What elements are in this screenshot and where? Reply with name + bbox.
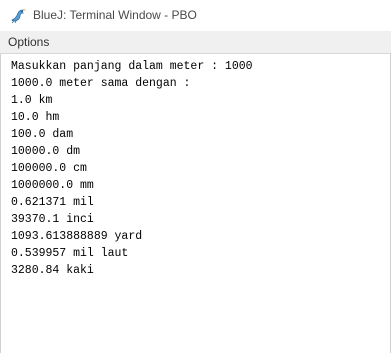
terminal-line: 0.621371 mil — [11, 196, 94, 209]
terminal-output[interactable]: Masukkan panjang dalam meter : 1000 1000.… — [1, 58, 390, 353]
terminal-line: 10000.0 dm — [11, 145, 81, 158]
terminal-line: 0.539957 mil laut — [11, 247, 129, 260]
terminal-window: BlueJ: Terminal Window - PBO Options Mas… — [0, 0, 391, 353]
terminal-line: 1093.613888889 yard — [11, 230, 143, 243]
title-bar[interactable]: BlueJ: Terminal Window - PBO — [0, 0, 391, 31]
terminal-line: 1.0 km — [11, 94, 53, 107]
bluej-bird-icon — [10, 8, 27, 24]
terminal-frame: Masukkan panjang dalam meter : 1000 1000.… — [0, 54, 391, 353]
window-title: BlueJ: Terminal Window - PBO — [33, 8, 197, 22]
menu-bar: Options — [0, 31, 391, 54]
menu-options[interactable]: Options — [8, 35, 49, 49]
terminal-line: 100000.0 cm — [11, 162, 87, 175]
terminal-line: 3280.84 kaki — [11, 264, 94, 277]
terminal-line: 39370.1 inci — [11, 213, 94, 226]
terminal-line: 100.0 dam — [11, 128, 74, 141]
terminal-line: 1000000.0 mm — [11, 179, 94, 192]
terminal-line: 10.0 hm — [11, 111, 60, 124]
terminal-line: Masukkan panjang dalam meter : 1000 — [11, 60, 253, 73]
terminal-line: 1000.0 meter sama dengan : — [11, 77, 191, 90]
